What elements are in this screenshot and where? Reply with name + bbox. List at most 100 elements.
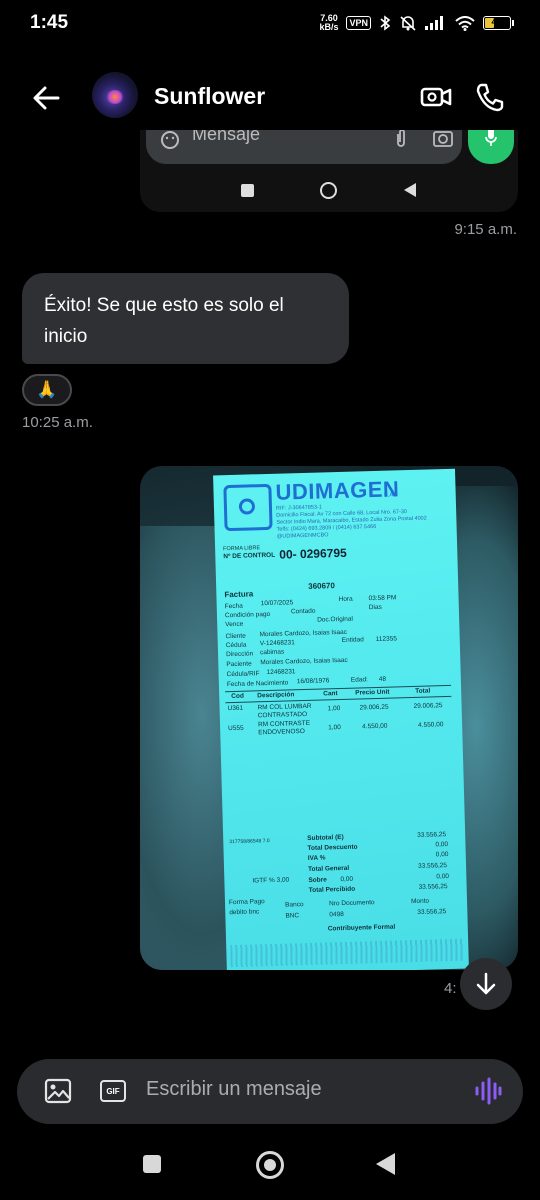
receipt-monto-label: Monto (410, 897, 430, 906)
receipt-paper: UDIMAGEN S.A. RIF: J-30647853-1 Domicili… (213, 468, 469, 970)
receipt-forma-pago: debito bnc (229, 908, 260, 917)
battery-body: 44 (483, 16, 511, 30)
battery-level: 44 (491, 17, 503, 28)
receipt-iva: 0,00 (435, 851, 449, 859)
message-input[interactable] (146, 1078, 446, 1101)
preview-nav-home-icon (320, 182, 337, 199)
preview-mic-button (468, 130, 514, 164)
receipt-col-header: Cod (231, 692, 244, 701)
receipt-banco: BNC (285, 912, 300, 920)
receipt-factura-label: Factura (224, 589, 254, 600)
status-icons: 7.60 kB/s VPN 44 (319, 14, 514, 32)
receipt-cedula-label: Cédula (225, 641, 247, 650)
receipt-cliente-label: Cliente (225, 632, 246, 641)
receipt-paciente: Morales Cardozo, Isaias Isaac (260, 656, 348, 667)
sent-image-preview[interactable]: Mensaje (140, 130, 518, 212)
recent-apps-button[interactable] (143, 1155, 161, 1173)
battery-tip (512, 20, 514, 26)
receipt-col-header: Descripción (257, 691, 295, 700)
receipt-item-cant: 1,00 (328, 724, 341, 732)
message-time: 10:25 a.m. (22, 414, 93, 431)
receipt-igtf-label: IGTF % 3,00 (252, 876, 290, 885)
receipt-cliente: Morales Cardozo, Isaias Isaac (259, 628, 348, 639)
receipt-address-line: @UDIMAGENMCBO (276, 532, 329, 540)
receipt-fecha: 10/07/2025 (260, 599, 294, 608)
receipt-hora-label: Hora (338, 595, 353, 604)
receipt-entidad-label: Entidad (341, 636, 364, 644)
receipt-direccion: cabimas (259, 648, 285, 657)
receipt-direccion-label: Dirección (225, 650, 254, 659)
receipt-condicion: Contado (290, 607, 316, 616)
receipt-item-total: 29.006,25 (413, 702, 443, 710)
vpn-badge: VPN (346, 16, 371, 30)
received-message-bubble[interactable]: Éxito! Se que esto es solo el inicio (22, 273, 349, 364)
receipt-hora: 03:58 PM (368, 594, 397, 603)
receipt-item-precio: 4.550,00 (362, 722, 388, 731)
receipt-banco-label: Banco (284, 901, 304, 909)
receipt-paciente-label: Paciente (226, 660, 252, 669)
receipt-sobre-value: 0,00 (436, 873, 450, 881)
sticker-icon (161, 131, 179, 149)
video-call-icon[interactable] (420, 82, 452, 112)
preview-message-input: Mensaje (146, 130, 462, 164)
receipt-brand-suffix: S.A. (383, 492, 396, 499)
receipt-contribuyente: Contribuyente Formal (327, 923, 396, 933)
receipt-item-desc: ENDOVENOSO (258, 728, 305, 737)
net-speed-unit: kB/s (319, 22, 339, 32)
scroll-to-bottom-button[interactable] (460, 958, 512, 1010)
receipt-sobre-label: Sobre (308, 876, 327, 884)
receipt-item-precio: 29.006,25 (359, 703, 389, 712)
receipt-condicion-label: Condición pago (224, 610, 271, 620)
receipt-control-label: Nº DE CONTROL (223, 551, 276, 561)
paperclip-icon (397, 130, 405, 147)
receipt-edad-label: Edad: (350, 676, 368, 684)
preview-nav-square-icon (241, 184, 254, 197)
mic-icon (485, 130, 497, 146)
receipt-nro-doc-label: Nro Documento (328, 899, 375, 908)
receipt-nacimiento: 16/08/1976 (296, 677, 330, 686)
receipt-percibido-label: Total Percibido (308, 885, 356, 894)
receipt-item-total: 4.550,00 (418, 721, 444, 729)
camera-icon (433, 131, 453, 147)
receipt-nro-doc: 0498 (329, 910, 344, 919)
receipt-col-header: Cant (323, 690, 338, 698)
receipt-sobre: 0,00 (340, 875, 354, 884)
status-time: 1:45 (30, 12, 69, 33)
sent-photo-receipt[interactable]: UDIMAGEN S.A. RIF: J-30647853-1 Domicili… (140, 466, 518, 970)
receipt-item-cant: 1,00 (327, 705, 341, 713)
receipt-dias-label: Dias (368, 603, 382, 612)
battery-indicator: 44 (483, 16, 514, 30)
gif-button[interactable]: GIF (100, 1080, 126, 1102)
contact-name[interactable]: Sunflower (154, 83, 265, 110)
receipt-edad: 48 (378, 675, 387, 683)
image-icon[interactable] (44, 1077, 72, 1105)
back-arrow-icon[interactable] (28, 80, 64, 116)
preview-input-placeholder: Mensaje (192, 130, 261, 144)
receipt-fecha-label: Fecha (224, 602, 243, 611)
home-button[interactable] (256, 1151, 284, 1179)
receipt-col-header: Total (415, 687, 431, 695)
receipt-total-general: 33.556,25 (417, 862, 448, 870)
receipt-doc-original: Doc.Original (317, 615, 353, 624)
receipt-control-number: 00- 0296795 (279, 545, 347, 562)
wifi-icon (455, 15, 475, 31)
receipt-cedula: V-12468231 (259, 639, 295, 648)
voice-call-icon[interactable] (474, 82, 506, 112)
receipt-item-cod: U555 (228, 724, 244, 733)
voice-message-icon[interactable] (474, 1076, 502, 1106)
receipt-subtotal: 33.556,25 (417, 831, 447, 839)
udimagen-logo-icon (223, 483, 273, 532)
preview-nav-back-icon (404, 183, 416, 197)
message-time: 4: (444, 980, 457, 997)
receipt-cedula-rif: 12468231 (266, 668, 296, 677)
receipt-nacimiento-label: Fecha de Nacimiento (226, 679, 289, 689)
receipt-brand: UDIMAGEN (275, 476, 400, 505)
contact-avatar[interactable] (92, 72, 138, 118)
receipt-forma-pago-label: Forma Pago (228, 898, 265, 907)
reaction-badge[interactable]: 🙏 (22, 374, 72, 406)
receipt-col-header: Precio Unit (355, 688, 390, 697)
receipt-descuento: 0,00 (435, 841, 449, 849)
back-button[interactable] (376, 1153, 395, 1175)
receipt-subtotal-label: Subtotal (E) (307, 833, 344, 842)
message-time: 9:15 a.m. (454, 221, 517, 238)
